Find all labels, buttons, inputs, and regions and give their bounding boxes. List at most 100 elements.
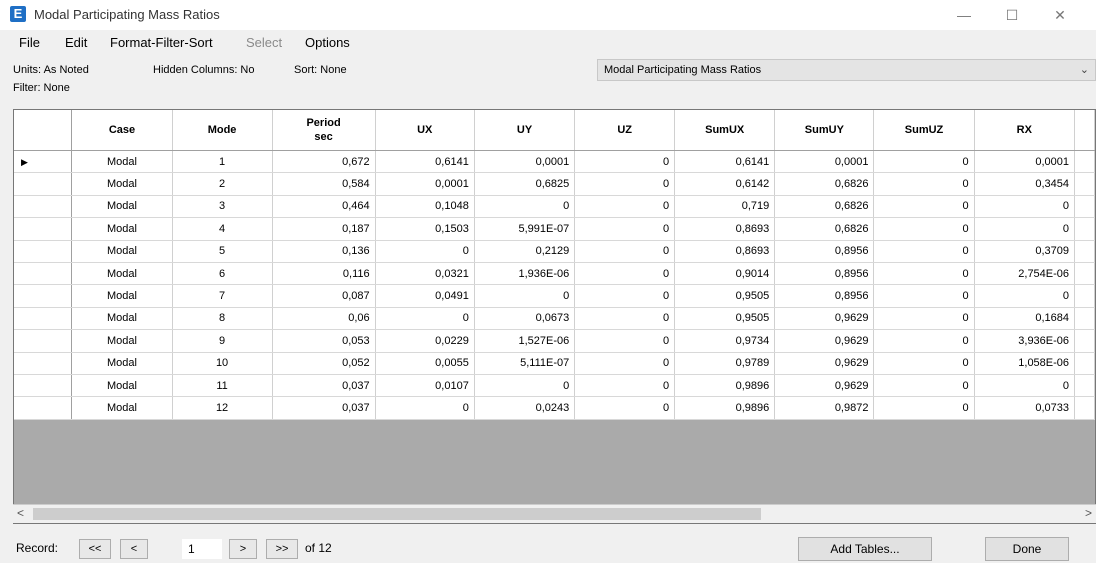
cell-sumuz[interactable]: 0 bbox=[873, 240, 975, 263]
cell-sumuz[interactable]: 0 bbox=[873, 195, 975, 219]
cell-ux[interactable]: 0,6141 bbox=[375, 150, 475, 174]
cell-case[interactable]: Modal bbox=[71, 284, 173, 308]
cell-ux[interactable]: 0,0055 bbox=[375, 352, 475, 375]
cell-period[interactable]: 0,584 bbox=[272, 172, 376, 196]
cell-period[interactable]: 0,037 bbox=[272, 396, 376, 420]
cell-ux[interactable]: 0,0001 bbox=[375, 172, 475, 196]
cell-rx[interactable]: 0,1684 bbox=[974, 307, 1076, 331]
cell-uz[interactable]: 0 bbox=[574, 374, 676, 398]
cell-rx[interactable]: 0 bbox=[974, 195, 1076, 219]
cell-sumuz[interactable]: 0 bbox=[873, 396, 975, 420]
cell-mode[interactable]: 6 bbox=[172, 262, 273, 286]
cell-uy[interactable]: 0,2129 bbox=[474, 240, 576, 263]
previous-record-button[interactable]: < bbox=[120, 539, 148, 559]
table-row[interactable]: Modal 2 0,584 0,0001 0,6825 0 0,6142 0,6826 0 0,3… bbox=[14, 172, 1095, 196]
cell-period[interactable]: 0,037 bbox=[272, 374, 376, 398]
column-header-period[interactable]: Period sec bbox=[272, 110, 376, 151]
scroll-left-arrow-icon[interactable]: < bbox=[17, 506, 24, 520]
cell-uy[interactable]: 1,936E-06 bbox=[474, 262, 576, 286]
cell-ux[interactable]: 0 bbox=[375, 240, 475, 263]
cell-uy[interactable]: 0 bbox=[474, 195, 576, 219]
cell-uz[interactable]: 0 bbox=[574, 172, 676, 196]
cell-rx[interactable]: 0,3454 bbox=[974, 172, 1076, 196]
cell-sumuy[interactable]: 0,9629 bbox=[774, 374, 875, 398]
row-selector[interactable] bbox=[14, 374, 73, 398]
row-selector[interactable] bbox=[14, 307, 73, 331]
cell-sumuy[interactable]: 0,8956 bbox=[774, 240, 875, 263]
row-selector[interactable] bbox=[14, 240, 73, 263]
cell-sumux[interactable]: 0,9505 bbox=[674, 284, 776, 308]
horizontal-scrollbar[interactable]: < > bbox=[13, 504, 1096, 523]
cell-sumux[interactable]: 0,9505 bbox=[674, 307, 776, 331]
cell-sumuz[interactable]: 0 bbox=[873, 374, 975, 398]
cell-mode[interactable]: 8 bbox=[172, 307, 273, 331]
cell-sumuy[interactable]: 0,9629 bbox=[774, 307, 875, 331]
cell-ux[interactable]: 0,0107 bbox=[375, 374, 475, 398]
cell-ux[interactable]: 0 bbox=[375, 396, 475, 420]
cell-uz[interactable]: 0 bbox=[574, 352, 676, 375]
cell-period[interactable]: 0,087 bbox=[272, 284, 376, 308]
cell-mode[interactable]: 1 bbox=[172, 150, 273, 174]
cell-period[interactable]: 0,053 bbox=[272, 329, 376, 353]
cell-uy[interactable]: 0,6825 bbox=[474, 172, 576, 196]
scrollbar-thumb[interactable] bbox=[33, 508, 761, 520]
cell-rx[interactable]: 2,754E-06 bbox=[974, 262, 1076, 286]
cell-case[interactable]: Modal bbox=[71, 352, 173, 375]
cell-uz[interactable]: 0 bbox=[574, 396, 676, 420]
column-header-rx[interactable]: RX bbox=[974, 110, 1076, 151]
cell-sumuz[interactable]: 0 bbox=[873, 352, 975, 375]
row-selector[interactable] bbox=[14, 217, 73, 241]
cell-ux[interactable]: 0,0491 bbox=[375, 284, 475, 308]
cell-sumuz[interactable]: 0 bbox=[873, 172, 975, 196]
table-selector-dropdown[interactable]: Modal Participating Mass Ratios ⌄ bbox=[597, 59, 1096, 81]
cell-period[interactable]: 0,464 bbox=[272, 195, 376, 219]
table-row[interactable]: Modal 5 0,136 0 0,2129 0 0,8693 0,8956 0 0,3709 bbox=[14, 240, 1095, 263]
row-selector[interactable] bbox=[14, 352, 73, 375]
cell-uz[interactable]: 0 bbox=[574, 195, 676, 219]
last-record-button[interactable]: >> bbox=[266, 539, 298, 559]
table-row[interactable]: Modal 6 0,116 0,0321 1,936E-06 0 0,9014 0,8956 0… bbox=[14, 262, 1095, 286]
cell-sumuy[interactable]: 0,9872 bbox=[774, 396, 875, 420]
cell-mode[interactable]: 9 bbox=[172, 329, 273, 353]
menu-options[interactable]: Options bbox=[305, 35, 350, 50]
cell-mode[interactable]: 11 bbox=[172, 374, 273, 398]
cell-mode[interactable]: 12 bbox=[172, 396, 273, 420]
cell-mode[interactable]: 4 bbox=[172, 217, 273, 241]
cell-period[interactable]: 0,672 bbox=[272, 150, 376, 174]
cell-mode[interactable]: 2 bbox=[172, 172, 273, 196]
cell-case[interactable]: Modal bbox=[71, 307, 173, 331]
minimize-button[interactable]: — bbox=[949, 4, 979, 26]
cell-period[interactable]: 0,116 bbox=[272, 262, 376, 286]
cell-rx[interactable]: 1,058E-06 bbox=[974, 352, 1076, 375]
first-record-button[interactable]: << bbox=[79, 539, 111, 559]
menu-format-filter-sort[interactable]: Format-Filter-Sort bbox=[110, 35, 213, 50]
cell-uz[interactable]: 0 bbox=[574, 284, 676, 308]
row-selector[interactable] bbox=[14, 195, 73, 219]
cell-period[interactable]: 0,136 bbox=[272, 240, 376, 263]
cell-uy[interactable]: 1,527E-06 bbox=[474, 329, 576, 353]
column-header-uz[interactable]: UZ bbox=[574, 110, 676, 151]
cell-uy[interactable]: 5,111E-07 bbox=[474, 352, 576, 375]
cell-case[interactable]: Modal bbox=[71, 240, 173, 263]
cell-mode[interactable]: 10 bbox=[172, 352, 273, 375]
cell-uy[interactable]: 5,991E-07 bbox=[474, 217, 576, 241]
cell-mode[interactable]: 7 bbox=[172, 284, 273, 308]
row-selector[interactable] bbox=[14, 284, 73, 308]
table-row[interactable]: Modal 7 0,087 0,0491 0 0 0,9505 0,8956 0 0 bbox=[14, 284, 1095, 308]
menu-select[interactable]: Select bbox=[246, 35, 282, 50]
cell-case[interactable]: Modal bbox=[71, 172, 173, 196]
cell-sumuy[interactable]: 0,6826 bbox=[774, 172, 875, 196]
cell-sumuy[interactable]: 0,9629 bbox=[774, 329, 875, 353]
cell-case[interactable]: Modal bbox=[71, 195, 173, 219]
row-selector[interactable] bbox=[14, 329, 73, 353]
cell-sumuz[interactable]: 0 bbox=[873, 262, 975, 286]
menu-edit[interactable]: Edit bbox=[65, 35, 87, 50]
column-header-sumuy[interactable]: SumUY bbox=[774, 110, 875, 151]
cell-case[interactable]: Modal bbox=[71, 150, 173, 174]
cell-sumux[interactable]: 0,9896 bbox=[674, 374, 776, 398]
table-row[interactable]: Modal 4 0,187 0,1503 5,991E-07 0 0,8693 0,6826 0… bbox=[14, 217, 1095, 241]
cell-case[interactable]: Modal bbox=[71, 329, 173, 353]
menu-file[interactable]: File bbox=[19, 35, 40, 50]
cell-ux[interactable]: 0,1048 bbox=[375, 195, 475, 219]
row-selector[interactable] bbox=[14, 262, 73, 286]
